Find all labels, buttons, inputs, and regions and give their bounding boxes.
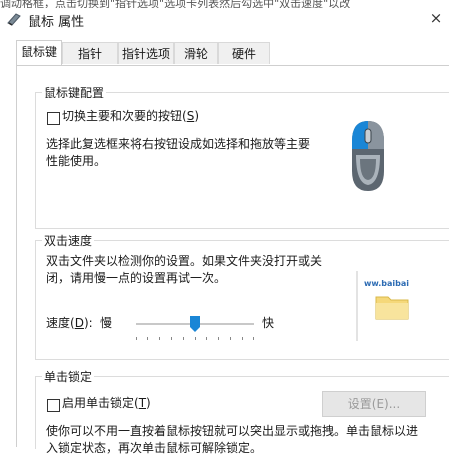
- tab-panel: 鼠标键配置 切换主要和次要的按钮(S) 选择此复选框来将右按钮设成如选择和拖放等…: [16, 65, 449, 455]
- window-title: 鼠标 属性: [28, 15, 85, 30]
- slider-tick: [206, 337, 207, 340]
- slider-tick: [159, 337, 160, 340]
- title-bar: 鼠标 属性 ×: [0, 8, 449, 30]
- slider-tick: [218, 337, 219, 340]
- double-click-description-line2: 闭，请用慢一点的设置再试一次。: [46, 271, 227, 285]
- slider-tick: [253, 337, 254, 340]
- double-click-description-line1: 双击文件夹以检测你的设置。如果文件夹没打开或关: [46, 254, 323, 268]
- tab-hardware[interactable]: 硬件: [218, 42, 270, 64]
- test-folder[interactable]: ww.baibai: [354, 271, 414, 351]
- tab-pointer-options[interactable]: 指针选项: [118, 42, 174, 64]
- slider-tick: [183, 337, 184, 340]
- tab-pointers[interactable]: 指针: [62, 42, 118, 64]
- tab-wheel[interactable]: 滑轮: [174, 42, 218, 64]
- swap-buttons-checkbox[interactable]: [47, 112, 60, 125]
- slider-tick: [195, 337, 196, 340]
- slider-tick: [136, 337, 137, 340]
- click-lock-group: 单击锁定 启用单击锁定(T) 设置(E)... 使你可以不用一直按着鼠标按钮就可…: [35, 368, 449, 455]
- fast-label: 快: [262, 316, 275, 330]
- mouse-pointer-icon: [6, 11, 22, 27]
- speed-slider[interactable]: [136, 315, 254, 343]
- click-lock-checkbox[interactable]: [47, 399, 60, 412]
- folder-icon: [374, 291, 410, 321]
- slider-tick: [230, 337, 231, 340]
- swap-description-line2: 性能使用。: [46, 154, 107, 168]
- swap-buttons-label[interactable]: 切换主要和次要的按钮(S): [62, 108, 199, 125]
- speed-label: 速度(D):: [46, 316, 93, 330]
- button-config-group: 鼠标键配置 切换主要和次要的按钮(S) 选择此复选框来将右按钮设成如选择和拖放等…: [35, 84, 449, 229]
- close-icon[interactable]: ×: [427, 9, 445, 27]
- swap-description-line1: 选择此复选框来将右按钮设成如选择和拖放等主要: [46, 137, 311, 151]
- background-tutorial-text: 调动格框，点击切换到"指针选项"选项卡列表然后勾选中"双击速度"以改: [0, 0, 351, 8]
- divider: [356, 271, 358, 341]
- group-heading: 鼠标键配置: [42, 84, 107, 101]
- click-lock-settings-button[interactable]: 设置(E)...: [322, 391, 426, 417]
- click-lock-label[interactable]: 启用单击锁定(T): [62, 395, 151, 412]
- slider-thumb[interactable]: [190, 316, 200, 332]
- group-heading: 双击速度: [42, 232, 95, 249]
- folder-caption: ww.baibai: [364, 279, 410, 288]
- slider-tick: [147, 337, 148, 340]
- slow-label: 慢: [100, 316, 113, 330]
- group-heading: 单击锁定: [42, 368, 95, 385]
- double-click-group: 双击速度 双击文件夹以检测你的设置。如果文件夹没打开或关 闭，请用慢一点的设置再…: [35, 232, 449, 360]
- click-lock-description-line1: 使你可以不用一直按着鼠标按钮就可以突出显示或拖拽。单击鼠标以进: [46, 424, 419, 438]
- slider-tick: [242, 337, 243, 340]
- mouse-illustration-icon: [348, 115, 388, 195]
- tab-buttons[interactable]: 鼠标键: [16, 40, 62, 65]
- click-lock-description-line2: 入锁定状态，再次单击鼠标可解除锁定。: [46, 441, 263, 455]
- slider-tick: [171, 337, 172, 340]
